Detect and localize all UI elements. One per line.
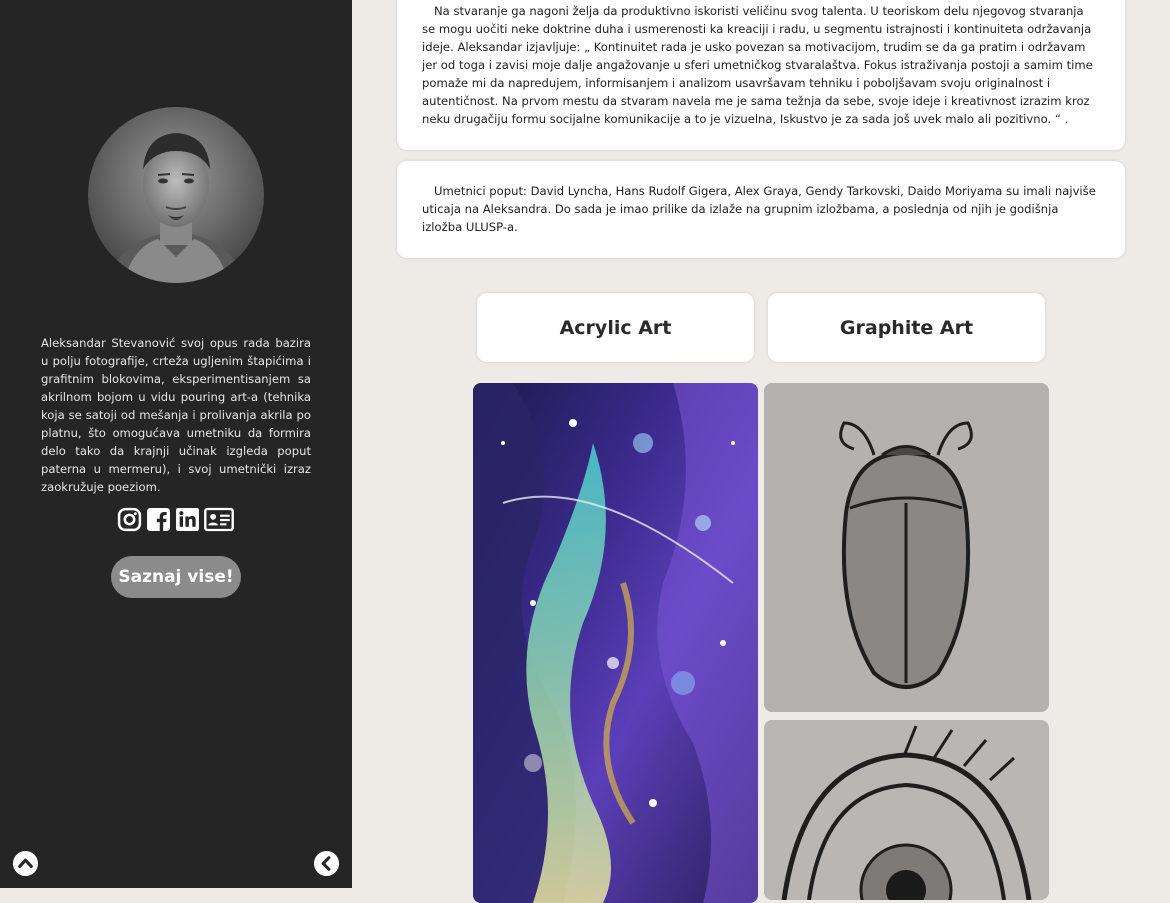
graphite-beetle-image[interactable] [764, 383, 1049, 712]
social-links [117, 507, 234, 532]
text-card: Na stvaranje ga nagoni želja da produkti… [397, 0, 1125, 150]
graphite-eye-image[interactable] [764, 720, 1049, 900]
scroll-top-icon[interactable] [12, 850, 39, 877]
learn-more-button[interactable]: Saznaj vise! [111, 556, 241, 598]
instagram-icon[interactable] [117, 507, 142, 532]
text-card: Umetnici poput: David Lyncha, Hans Rudol… [397, 161, 1125, 258]
acrylic-artwork-image[interactable] [473, 383, 758, 903]
avatar [88, 107, 264, 283]
sidebar: Aleksandar Stevanović svoj opus rada baz… [0, 0, 352, 888]
tab-graphite-art[interactable]: Graphite Art [768, 293, 1045, 362]
collapse-sidebar-icon[interactable] [313, 850, 340, 877]
contact-card-icon[interactable] [204, 507, 234, 532]
paragraph: Na stvaranje ga nagoni želja da produkti… [422, 4, 1093, 126]
tab-acrylic-art[interactable]: Acrylic Art [477, 293, 754, 362]
bio-text: Aleksandar Stevanović svoj opus rada baz… [41, 336, 311, 494]
paragraph: Umetnici poput: David Lyncha, Hans Rudol… [422, 184, 1096, 234]
linkedin-icon[interactable] [175, 507, 200, 532]
facebook-icon[interactable] [146, 507, 171, 532]
